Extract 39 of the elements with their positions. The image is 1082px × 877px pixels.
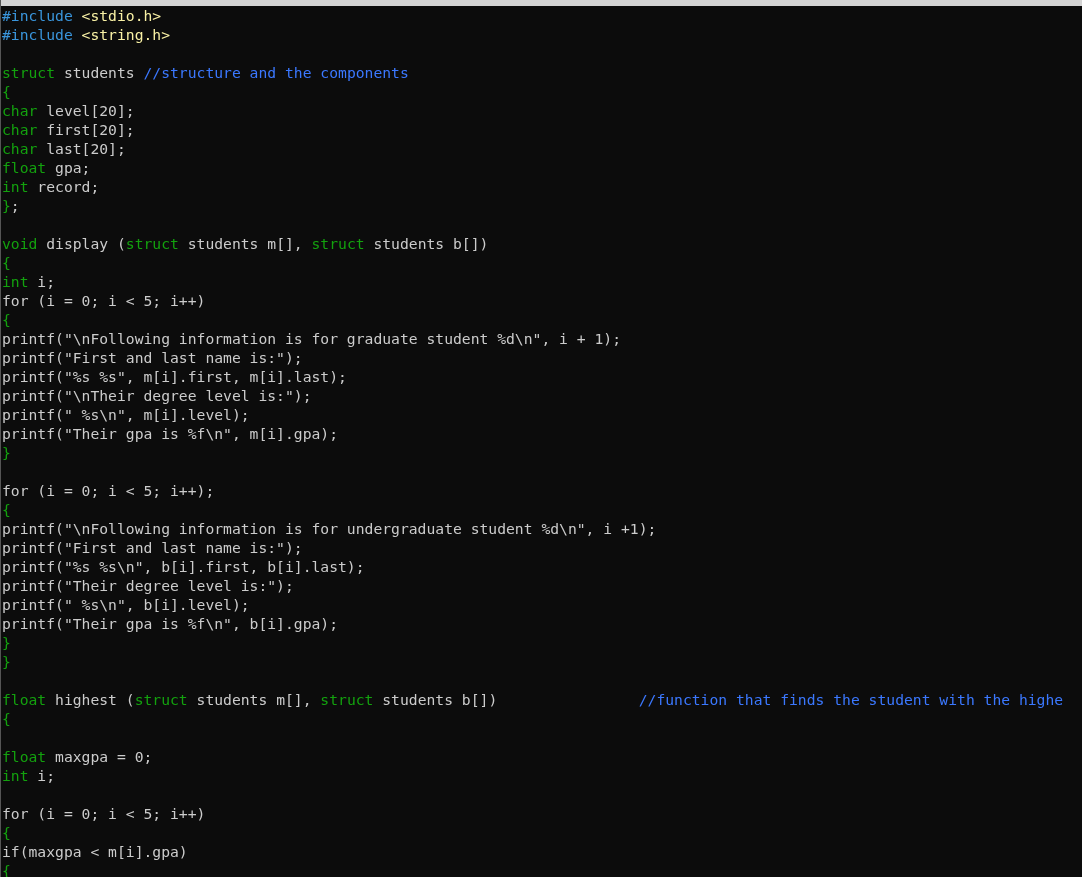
code-line: printf("\nFollowing information is for graduate student %d\n", i + 1); <box>2 329 622 348</box>
code-line: printf("%s %s\n", b[i].first, b[i].last); <box>2 557 366 576</box>
code-line: { <box>2 709 12 728</box>
code-line: float maxgpa = 0; <box>2 747 154 766</box>
code-line: int record; <box>2 177 101 196</box>
code-line: { <box>2 310 12 329</box>
code-line: printf(" %s\n", b[i].level); <box>2 595 251 614</box>
code-line: #include <string.h> <box>2 25 172 44</box>
code-line: char level[20]; <box>2 101 136 120</box>
code-line: void display (struct students m[], struct students b[]) <box>2 234 490 253</box>
code-line: printf(" %s\n", m[i].level); <box>2 405 251 424</box>
code-line: float gpa; <box>2 158 92 177</box>
code-line: { <box>2 253 12 272</box>
code-line: } <box>2 652 12 671</box>
code-line: { <box>2 823 12 842</box>
code-line: char last[20]; <box>2 139 127 158</box>
code-line: printf("\nTheir degree level is:"); <box>2 386 313 405</box>
code-line: printf("First and last name is:"); <box>2 348 304 367</box>
code-line: } <box>2 633 12 652</box>
code-line: printf("First and last name is:"); <box>2 538 304 557</box>
code-line: { <box>2 82 12 101</box>
code-line: for (i = 0; i < 5; i++) <box>2 804 207 823</box>
code-line: { <box>2 500 12 519</box>
code-line: for (i = 0; i < 5; i++); <box>2 481 216 500</box>
code-line: } <box>2 443 12 462</box>
code-line: int i; <box>2 766 57 785</box>
code-line: #include <stdio.h> <box>2 6 163 25</box>
code-line: char first[20]; <box>2 120 136 139</box>
code-line: for (i = 0; i < 5; i++) <box>2 291 207 310</box>
code-line: printf("Their gpa is %f\n", m[i].gpa); <box>2 424 340 443</box>
code-line: printf("%s %s", m[i].first, m[i].last); <box>2 367 348 386</box>
code-line: float highest (struct students m[], struct students b[]) //function that finds the student with the highe <box>2 690 1065 709</box>
code-line: printf("Their degree level is:"); <box>2 576 295 595</box>
code-line: printf("\nFollowing information is for undergraduate student %d\n", i +1); <box>2 519 658 538</box>
code-line: printf("Their gpa is %f\n", b[i].gpa); <box>2 614 340 633</box>
code-line: if(maxgpa < m[i].gpa) <box>2 842 189 861</box>
code-line: }; <box>2 196 21 215</box>
code-line: int i; <box>2 272 57 291</box>
code-line: struct students //structure and the components <box>2 63 410 82</box>
